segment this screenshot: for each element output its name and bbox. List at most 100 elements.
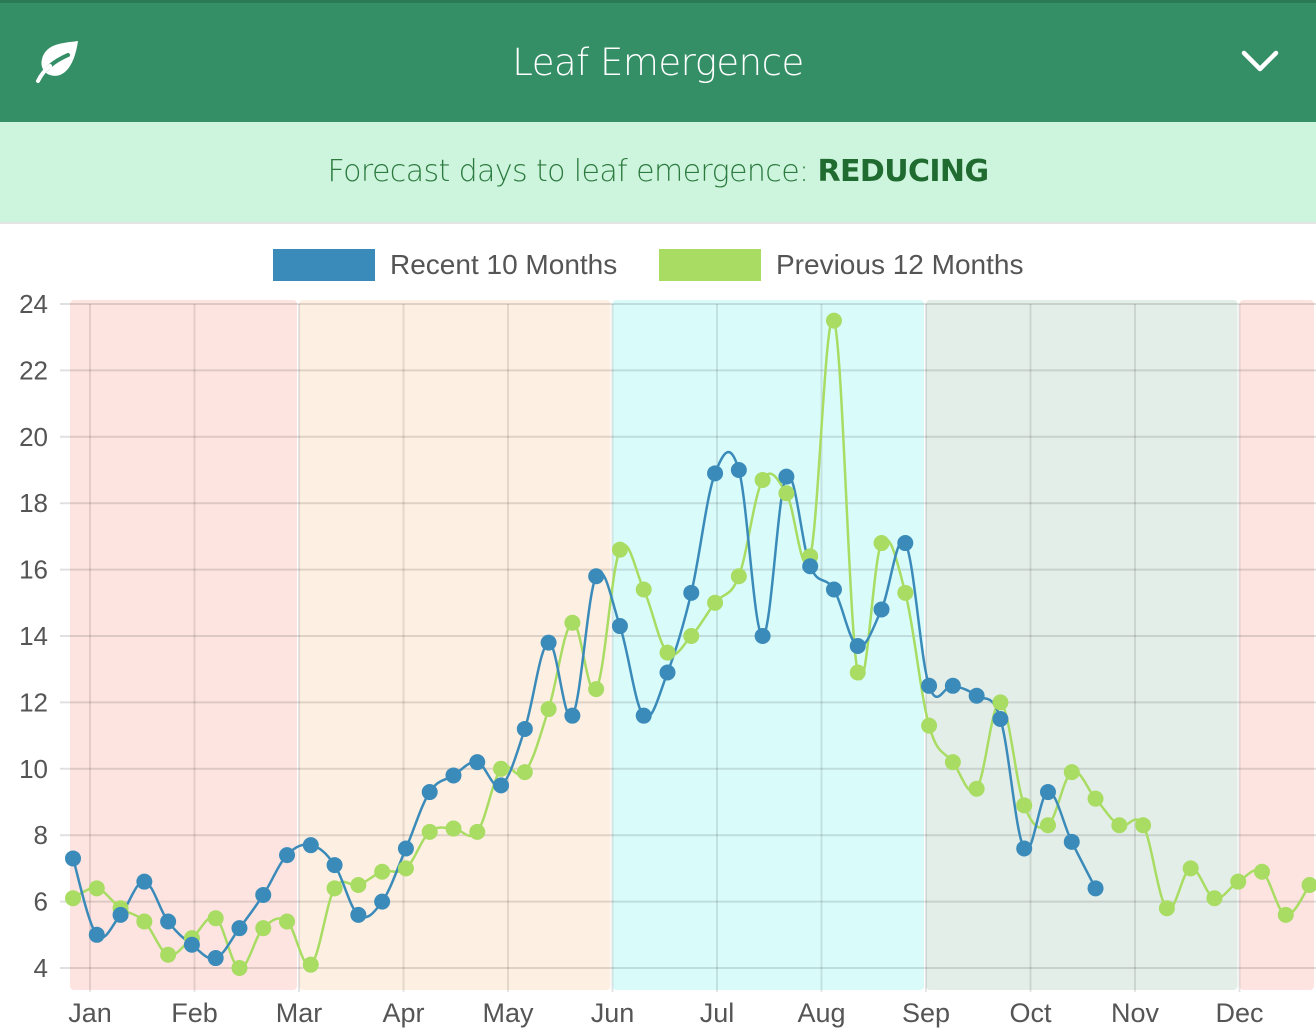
data-point-recent [1063,833,1080,850]
legend-label-recent: Recent 10 Months [390,249,618,280]
data-point-previous [683,628,700,644]
x-tick-label: Feb [171,998,218,1028]
data-point-previous [944,754,961,771]
data-point-previous [873,535,890,552]
legend-swatch-previous [659,249,761,281]
forecast-banner: Forecast days to leaf emergence: REDUCIN… [0,122,1316,224]
y-tick-label: 14 [19,621,48,651]
season-band-summer [612,300,924,990]
chart-legend: Recent 10 Months Previous 12 Months [0,248,1316,282]
data-point-recent [445,767,462,784]
y-tick-label: 10 [19,754,48,784]
data-point-previous [469,823,486,840]
data-point-recent [564,707,581,724]
data-point-previous [992,694,1009,711]
y-tick-label: 18 [19,488,48,518]
data-point-recent [825,581,842,598]
x-tick-label: Apr [382,998,424,1028]
x-tick-label: Mar [276,998,323,1028]
data-point-recent [65,850,81,867]
forecast-prefix: Forecast days to leaf emergence: [327,154,818,189]
data-point-recent [540,634,557,651]
data-point-previous [825,312,842,329]
data-point-recent [397,840,414,857]
y-tick-label: 22 [19,355,48,385]
x-tick-label: Nov [1111,998,1160,1028]
data-point-previous [611,541,628,558]
data-point-recent [183,936,200,953]
app-header: Leaf Emergence [0,0,1316,122]
data-point-previous [564,614,581,631]
data-point-recent [207,950,224,967]
y-tick-label: 24 [19,290,48,319]
data-point-previous [207,910,224,927]
data-point-previous [493,760,510,777]
data-point-recent [873,601,890,618]
data-point-previous [1230,873,1247,890]
data-point-previous [730,568,747,585]
chevron-down-icon[interactable] [1240,47,1280,75]
data-point-previous [88,880,105,897]
data-point-previous [160,946,177,963]
data-point-recent [635,707,652,724]
data-point-previous [350,877,367,893]
x-tick-label: Dec [1215,998,1263,1028]
data-point-previous [279,913,296,930]
forecast-status: REDUCING [817,154,990,189]
data-point-previous [921,717,938,734]
data-point-recent [707,465,724,482]
data-point-previous [136,913,153,930]
data-point-recent [754,628,771,644]
y-axis: 4 6 8 10 12 14 16 18 20 22 24 [19,290,48,983]
data-point-recent [730,462,747,478]
y-tick-label: 16 [19,555,48,585]
data-point-recent [1087,880,1104,897]
data-point-previous [65,890,81,907]
data-point-previous [897,584,914,601]
forecast-message: Forecast days to leaf emergence: REDUCIN… [0,154,1316,189]
data-point-recent [1016,840,1033,857]
legend-item-recent[interactable]: Recent 10 Months [273,248,617,282]
y-tick-label: 20 [19,422,48,452]
data-point-previous [445,820,462,837]
y-tick-label: 8 [34,820,48,850]
data-point-previous [397,860,414,877]
data-point-previous [1111,817,1128,834]
data-point-previous [421,823,438,840]
data-point-recent [659,664,676,681]
data-point-previous [326,880,343,897]
x-tick-label: Jan [68,998,112,1028]
data-point-previous [1254,863,1270,880]
data-point-recent [255,886,272,903]
data-point-recent [849,637,866,654]
data-point-recent [136,873,153,890]
data-point-previous [1016,797,1033,814]
data-point-recent [493,777,510,794]
leaf-emergence-chart: 4 6 8 10 12 14 16 18 20 22 24 Jan Feb Mar Apr May Jun Ju… [19,290,1316,1028]
data-point-recent [944,677,961,694]
x-tick-label: Jun [591,998,635,1028]
y-tick-label: 6 [34,887,48,917]
legend-label-previous: Previous 12 Months [776,249,1024,280]
data-point-previous [231,960,248,976]
data-point-recent [683,584,700,601]
data-point-recent [516,720,533,737]
data-point-previous [1277,906,1294,923]
data-point-recent [921,677,938,694]
data-point-recent [231,920,248,937]
data-point-previous [707,594,724,611]
data-point-recent [350,906,367,923]
data-point-previous [255,920,272,937]
legend-item-previous[interactable]: Previous 12 Months [659,248,1023,282]
data-point-recent [1039,784,1056,801]
data-point-previous [1135,817,1152,834]
data-point-previous [1182,860,1199,877]
data-point-recent [160,913,177,930]
data-point-previous [1063,764,1080,781]
data-point-previous [778,485,795,502]
data-point-recent [326,857,343,874]
data-point-recent [611,618,628,635]
data-point-previous [849,664,866,681]
data-point-previous [1206,890,1223,907]
x-tick-label: May [482,998,534,1028]
